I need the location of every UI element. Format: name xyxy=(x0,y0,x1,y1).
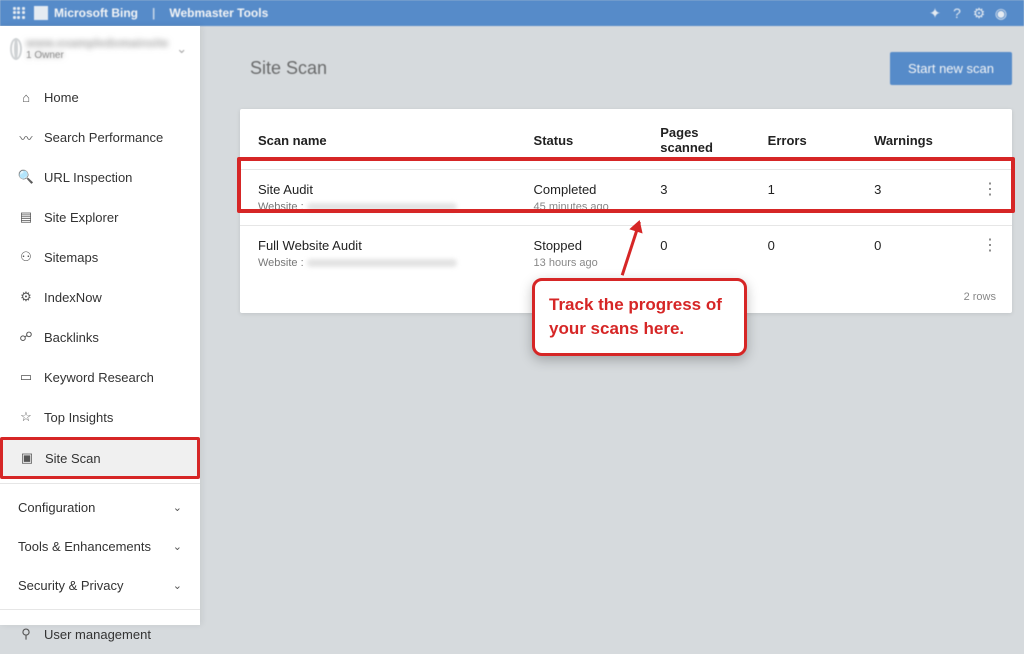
site-sub: 1 Owner xyxy=(26,50,168,61)
col-errors[interactable]: Errors xyxy=(756,109,862,170)
status-text: Stopped xyxy=(534,238,637,253)
warnings-count: 3 xyxy=(862,170,970,226)
nav-site-scan[interactable]: ▣ Site Scan xyxy=(0,437,200,479)
nav-label: Keyword Research xyxy=(44,370,154,385)
section-label: Configuration xyxy=(18,500,95,515)
app-launcher-icon[interactable] xyxy=(12,6,26,20)
website-label: Website : xyxy=(258,201,304,213)
warnings-count: 0 xyxy=(862,226,970,282)
nav-backlinks[interactable]: ☍ Backlinks xyxy=(0,317,200,357)
sidebar: www.exampledomainsite 1 Owner ⌄ ⌂ Home 〰… xyxy=(0,26,200,625)
brand: Microsoft Bing | Webmaster Tools xyxy=(34,6,268,20)
sitescan-icon: ▣ xyxy=(19,450,35,466)
col-status[interactable]: Status xyxy=(522,109,649,170)
table-row[interactable]: Site Audit Website : Completed 45 minute… xyxy=(240,170,1012,226)
table-row[interactable]: Full Website Audit Website : Stopped 13 … xyxy=(240,226,1012,282)
annotation-text: Track the progress of your scans here. xyxy=(549,295,722,338)
chevron-down-icon: ⌄ xyxy=(173,579,182,592)
home-icon: ⌂ xyxy=(18,89,34,105)
brand-text: Microsoft Bing xyxy=(54,6,138,20)
section-label: Tools & Enhancements xyxy=(18,539,151,554)
indexnow-icon: ⚙ xyxy=(18,289,34,305)
nav-label: User management xyxy=(44,627,151,642)
pages-scanned: 3 xyxy=(648,170,755,226)
status-text: Completed xyxy=(534,182,637,197)
bing-logo-icon xyxy=(34,6,48,20)
row-actions-icon[interactable]: ⋮ xyxy=(982,237,998,254)
annotation-callout: Track the progress of your scans here. xyxy=(532,278,747,356)
nav-label: Search Performance xyxy=(44,130,163,145)
nav-label: IndexNow xyxy=(44,290,102,305)
insights-icon: ☆ xyxy=(18,409,34,425)
settings-icon[interactable]: ⚙ xyxy=(968,5,990,22)
row-actions-icon[interactable]: ⋮ xyxy=(982,181,998,198)
nav-label: Site Scan xyxy=(45,451,101,466)
chevron-down-icon: ⌄ xyxy=(176,41,187,57)
backlinks-icon: ☍ xyxy=(18,329,34,345)
nav-list: ⌂ Home 〰 Search Performance 🔍 URL Inspec… xyxy=(0,77,200,654)
pages-scanned: 0 xyxy=(648,226,755,282)
col-warnings[interactable]: Warnings xyxy=(862,109,970,170)
site-switcher[interactable]: www.exampledomainsite 1 Owner ⌄ xyxy=(0,26,200,71)
website-label: Website : xyxy=(258,257,304,269)
nav-label: Home xyxy=(44,90,79,105)
chevron-down-icon: ⌄ xyxy=(173,540,182,553)
nav-home[interactable]: ⌂ Home xyxy=(0,77,200,117)
section-label: Security & Privacy xyxy=(18,578,123,593)
nav-indexnow[interactable]: ⚙ IndexNow xyxy=(0,277,200,317)
nav-label: URL Inspection xyxy=(44,170,132,185)
keyword-icon: ▭ xyxy=(18,369,34,385)
errors-count: 0 xyxy=(756,226,862,282)
scan-name: Full Website Audit xyxy=(258,238,510,253)
help-icon[interactable]: ? xyxy=(946,5,968,21)
col-scan-name[interactable]: Scan name xyxy=(240,109,522,170)
status-time: 13 hours ago xyxy=(534,257,637,269)
brand-divider: | xyxy=(152,6,155,20)
product-text: Webmaster Tools xyxy=(169,6,268,20)
nav-label: Top Insights xyxy=(44,410,113,425)
status-time: 45 minutes ago xyxy=(534,201,637,213)
nav-search-performance[interactable]: 〰 Search Performance xyxy=(0,117,200,157)
trend-icon: 〰 xyxy=(18,129,34,145)
page-title: Site Scan xyxy=(250,58,327,79)
table-header-row: Scan name Status Pages scanned Errors Wa… xyxy=(240,109,1012,170)
account-icon[interactable]: ◉ xyxy=(990,5,1012,22)
nav-section-configuration[interactable]: Configuration ⌄ xyxy=(0,488,200,527)
globe-icon xyxy=(14,38,18,60)
chevron-down-icon: ⌄ xyxy=(173,501,182,514)
nav-sitemaps[interactable]: ⚇ Sitemaps xyxy=(0,237,200,277)
col-pages[interactable]: Pages scanned xyxy=(648,109,755,170)
site-name: www.exampledomainsite xyxy=(26,36,168,50)
search-icon: 🔍 xyxy=(18,169,34,185)
top-header: Microsoft Bing | Webmaster Tools ✦ ? ⚙ ◉ xyxy=(0,0,1024,26)
nav-url-inspection[interactable]: 🔍 URL Inspection xyxy=(0,157,200,197)
nav-label: Sitemaps xyxy=(44,250,98,265)
nav-site-explorer[interactable]: ▤ Site Explorer xyxy=(0,197,200,237)
nav-section-tools[interactable]: Tools & Enhancements ⌄ xyxy=(0,527,200,566)
user-mgmt-icon: ⚲ xyxy=(18,626,34,642)
nav-label: Backlinks xyxy=(44,330,99,345)
start-new-scan-button[interactable]: Start new scan xyxy=(890,52,1012,85)
website-value-blurred xyxy=(307,259,457,267)
nav-keyword-research[interactable]: ▭ Keyword Research xyxy=(0,357,200,397)
explorer-icon: ▤ xyxy=(18,209,34,225)
sitemap-icon: ⚇ xyxy=(18,249,34,265)
page-header: Site Scan Start new scan xyxy=(250,52,1012,85)
scan-name: Site Audit xyxy=(258,182,510,197)
nav-user-management[interactable]: ⚲ User management xyxy=(0,614,200,654)
nav-section-security[interactable]: Security & Privacy ⌄ xyxy=(0,566,200,605)
notifications-icon[interactable]: ✦ xyxy=(924,5,946,22)
website-value-blurred xyxy=(307,203,457,211)
nav-label: Site Explorer xyxy=(44,210,118,225)
nav-top-insights[interactable]: ☆ Top Insights xyxy=(0,397,200,437)
errors-count: 1 xyxy=(756,170,862,226)
